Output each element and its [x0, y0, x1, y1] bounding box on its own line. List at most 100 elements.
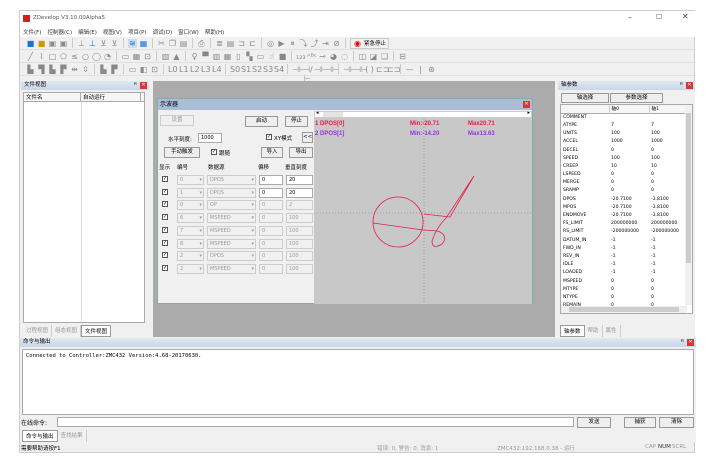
hline-icon[interactable]: —	[405, 65, 414, 74]
param-value[interactable]: 200000000	[609, 220, 649, 228]
table-row[interactable]: DPOS -20.7100 -3.8100	[561, 195, 686, 203]
layer-icon[interactable]: L3	[201, 65, 211, 74]
plot-area[interactable]: 1 DPOS[0] Min:-20.71 Max20.71 2 DPOS[1] Min:…	[314, 118, 532, 304]
zigzag-icon[interactable]: ≤	[70, 52, 79, 61]
state-icon[interactable]: S0	[230, 65, 240, 74]
arc-icon[interactable]: ◯	[92, 52, 101, 61]
channel-number-select[interactable]: 1 ▾	[177, 187, 204, 198]
new-file-icon[interactable]: ■	[26, 39, 35, 48]
offset-input[interactable]: 0	[259, 213, 283, 224]
maximize-button[interactable]: ☐	[656, 13, 662, 21]
channel-number-select[interactable]: 2 ▾	[177, 263, 204, 274]
window-icon[interactable]: ◫	[358, 52, 367, 61]
block-icon[interactable]: ⊏⊐	[387, 65, 400, 74]
menu-item[interactable]: 视图(V)	[103, 28, 122, 36]
download-ram-icon[interactable]: ⊻	[99, 39, 108, 48]
axis-params-table[interactable]: 轴0 轴1 COMMENT ATYPE 7 7 UNITS 100 100 ACCEL 1000 1…	[560, 104, 693, 314]
param-value[interactable]: 0	[609, 146, 649, 154]
param-value[interactable]	[649, 113, 686, 121]
vertical-scrollbar[interactable]	[685, 105, 692, 305]
table-row[interactable]: SPEED 100 100	[561, 154, 686, 162]
param-value[interactable]: 0	[609, 277, 649, 285]
delete-line-icon[interactable]: ⊛	[427, 65, 436, 74]
axis-select-button[interactable]: 轴选择	[561, 93, 609, 103]
show-checkbox[interactable]: ✓	[162, 226, 168, 233]
param-value[interactable]: 10	[649, 162, 686, 170]
offset-input[interactable]: 0	[259, 200, 283, 211]
plot-scrollbar[interactable]: ◂ ▸	[314, 110, 532, 118]
copy-icon[interactable]: ❐	[168, 39, 177, 48]
table-row[interactable]: SRAMP 0 0	[561, 187, 686, 195]
run-icon[interactable]: ▶	[277, 39, 286, 48]
param-value[interactable]: 0	[609, 187, 649, 195]
polygon-icon[interactable]: ⬠	[59, 52, 68, 61]
polyline-icon[interactable]: ⌇	[37, 52, 46, 61]
param-value[interactable]: 7	[609, 121, 649, 129]
text-icon[interactable]: ᴬᴮᶜ	[307, 52, 317, 61]
emergency-stop-button[interactable]: ◉ 紧急停止	[350, 37, 390, 49]
show-checkbox[interactable]: ✓	[162, 264, 168, 271]
meter-icon[interactable]: ▥	[212, 52, 221, 61]
show-checkbox[interactable]: ✓	[162, 188, 168, 195]
state-icon[interactable]: S4	[274, 65, 284, 74]
param-value[interactable]: -200000000	[609, 228, 649, 236]
group-icon[interactable]: ▭	[128, 65, 137, 74]
vline-icon[interactable]: |	[416, 65, 425, 74]
show-checkbox[interactable]: ✓	[162, 176, 168, 182]
close-button[interactable]: ✕	[682, 12, 689, 21]
param-value[interactable]: -20.7100	[609, 203, 649, 211]
data-source-select[interactable]: MSPEED ▾	[207, 225, 256, 236]
shapes-icon[interactable]: ▲	[172, 52, 181, 61]
pie-icon[interactable]: ◔	[103, 52, 112, 61]
debug-icon[interactable]: ≣	[215, 39, 224, 48]
menu-item[interactable]: 调试(D)	[153, 28, 173, 36]
offset-input[interactable]: 0	[259, 263, 283, 274]
breakpoint-icon[interactable]: ◎	[266, 39, 275, 48]
data-source-select[interactable]: MSPEED ▾	[207, 238, 256, 249]
circle-icon[interactable]: ○	[81, 52, 90, 61]
column-filename[interactable]: 文件名	[24, 93, 81, 101]
param-value[interactable]: 0	[609, 179, 649, 187]
table-row[interactable]: DECEL 0 0	[561, 146, 686, 154]
close-icon[interactable]: ✕	[140, 82, 147, 89]
table-row[interactable]: LOADED -1 -1	[561, 269, 686, 277]
save-icon[interactable]: ▣	[48, 39, 57, 48]
xy-mode-checkbox[interactable]: ✓	[266, 134, 272, 140]
param-value[interactable]: 0	[649, 277, 686, 285]
stop-debug-icon[interactable]: ⊘	[332, 39, 341, 48]
manual-trigger-button[interactable]: 手动触发	[164, 147, 200, 158]
table-row[interactable]: IDLE -1 -1	[561, 261, 686, 269]
import-button[interactable]: 导入	[261, 147, 283, 158]
list-icon[interactable]: ▭	[121, 52, 130, 61]
state-icon[interactable]: S2	[252, 65, 262, 74]
table-row[interactable]: UNITS 100 100	[561, 130, 686, 138]
show-checkbox[interactable]: ✓	[162, 239, 168, 246]
download-rom-icon[interactable]: ⊻	[110, 39, 119, 48]
properties-icon[interactable]: ⊟	[398, 52, 407, 61]
vscale-input[interactable]: 20	[286, 187, 313, 198]
table-row[interactable]: NTYPE 0 0	[561, 293, 686, 301]
capture-button[interactable]: 捕获	[624, 417, 656, 428]
step-icon[interactable]: ⤵	[299, 39, 308, 48]
stop-button[interactable]: 停止	[285, 116, 308, 127]
param-value[interactable]: 7	[649, 121, 686, 129]
contact-n-icon[interactable]: ⊣⊢	[325, 65, 339, 74]
display-icon[interactable]: ▀	[201, 52, 210, 61]
param-value[interactable]: 0	[649, 179, 686, 187]
controller-icon[interactable]: ⊥	[88, 39, 97, 48]
channel-number-select[interactable]: 0 ▾	[177, 175, 204, 185]
tab-properties[interactable]: 属性	[603, 325, 621, 337]
param-value[interactable]: -1	[609, 252, 649, 260]
param-value[interactable]: 200000000	[649, 220, 686, 228]
tab-config-view[interactable]: 组态视图	[52, 325, 82, 337]
table-row[interactable]: COMMENT	[561, 113, 686, 121]
param-value[interactable]: 100	[649, 130, 686, 138]
param-value[interactable]: -1	[649, 252, 686, 260]
param-value[interactable]: -3.8100	[649, 203, 686, 211]
param-value[interactable]: 0	[609, 285, 649, 293]
h-scale-input[interactable]: 1000	[198, 133, 222, 143]
table-row[interactable]: FS_LIMIT 200000000 200000000	[561, 220, 686, 228]
param-value[interactable]	[609, 113, 649, 121]
table-row[interactable]: MTYPE 0 0	[561, 285, 686, 293]
ungroup-icon[interactable]: ◧	[139, 65, 148, 74]
